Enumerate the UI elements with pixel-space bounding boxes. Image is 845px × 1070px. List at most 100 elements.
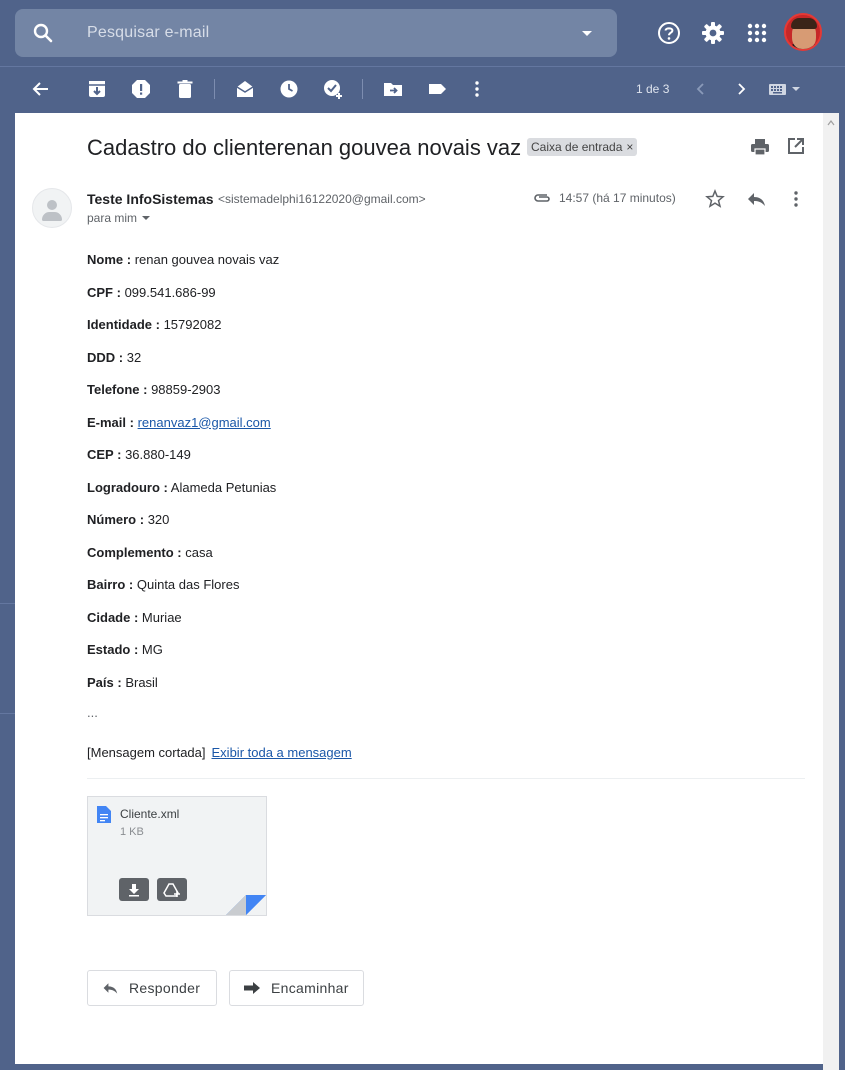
remove-label-icon[interactable]: × (626, 140, 633, 154)
account-avatar[interactable] (784, 13, 822, 51)
more-options-icon[interactable] (466, 78, 488, 100)
open-new-window-icon[interactable] (787, 137, 805, 155)
toolbar-separator (362, 79, 363, 99)
field-value: 36.880-149 (125, 447, 191, 462)
field-label: Identidade : (87, 317, 160, 332)
field-value: Quinta das Flores (136, 577, 240, 592)
field-row: País : Brasil (87, 674, 279, 707)
forward-button-label: Encaminhar (271, 980, 349, 996)
email-link[interactable]: renanvaz1@gmail.com (138, 415, 271, 430)
recipient-details[interactable]: para mim (87, 211, 151, 225)
received-time: 14:57 (há 17 minutos) (559, 191, 676, 205)
field-value: Alameda Petunias (170, 479, 277, 495)
download-icon (129, 883, 139, 896)
field-row: Telefone : 98859-2903 (87, 381, 279, 414)
field-row: Complemento : casa (87, 544, 279, 577)
attachment-size: 1 KB (120, 826, 144, 838)
settings-gear-icon[interactable] (700, 20, 726, 46)
field-row: E-mail : renanvaz1@gmail.com (87, 414, 279, 447)
attachment-clip-icon (534, 194, 550, 202)
field-label: Nome : (87, 252, 132, 267)
field-label: Telefone : (87, 382, 148, 397)
apps-grid-icon[interactable] (744, 20, 770, 46)
attachment-card[interactable]: Cliente.xml 1 KB (87, 796, 267, 916)
field-label: Cidade : (87, 609, 139, 625)
inbox-label-chip[interactable]: Caixa de entrada × (527, 138, 638, 156)
mark-unread-icon[interactable] (234, 78, 256, 100)
label-tag-icon[interactable] (426, 78, 448, 100)
reply-button[interactable]: Responder (87, 970, 217, 1006)
add-task-icon[interactable] (322, 78, 344, 100)
message-panel: Cadastro do clienterenan gouvea novais v… (15, 113, 823, 1064)
field-value: 32 (126, 349, 142, 365)
star-icon[interactable] (705, 189, 725, 209)
save-to-drive-button[interactable] (157, 878, 187, 901)
sender-name[interactable]: Teste InfoSistemas (87, 191, 214, 207)
move-to-folder-icon[interactable] (382, 78, 404, 100)
field-row: Bairro : Quinta das Flores (87, 576, 279, 609)
forward-button[interactable]: Encaminhar (229, 970, 364, 1006)
field-label: E-mail : (87, 414, 134, 430)
download-button[interactable] (119, 878, 149, 901)
field-label: Número : (87, 512, 145, 527)
field-row: Nome : renan gouvea novais vaz (87, 251, 279, 284)
field-value: 320 (147, 512, 170, 527)
scroll-up-icon[interactable] (827, 119, 835, 127)
background-line (0, 713, 15, 714)
older-chevron-right-icon[interactable] (730, 78, 752, 100)
field-label: Estado : (87, 642, 139, 657)
field-value: 98859-2903 (151, 382, 221, 397)
message-clipped-notice: [Mensagem cortada] Exibir toda a mensagem (87, 745, 352, 760)
search-input[interactable]: Pesquisar e-mail (87, 24, 575, 42)
message-more-icon[interactable] (791, 189, 801, 209)
search-options-icon[interactable] (575, 21, 599, 45)
field-value: Brasil (125, 674, 158, 690)
message-body: Nome : renan gouvea novais vaz CPF : 099.… (87, 251, 279, 706)
sender-email: <sistemadelphi16122020@gmail.com> (218, 192, 426, 206)
report-spam-icon[interactable] (130, 78, 152, 100)
recipient-dropdown-icon[interactable] (141, 213, 151, 223)
field-label: CEP : (87, 447, 122, 462)
field-row: Cidade : Muriae (87, 609, 279, 642)
forward-icon (244, 982, 260, 994)
keyboard-input-icon[interactable] (768, 78, 804, 100)
delete-trash-icon[interactable] (174, 78, 196, 100)
scrollbar[interactable] (823, 113, 839, 1070)
field-row: CEP : 36.880-149 (87, 446, 279, 479)
document-file-icon (97, 806, 111, 823)
field-value: 099.541.686-99 (124, 284, 216, 300)
trimmed-content-ellipsis[interactable]: ... (87, 705, 98, 720)
field-label: CPF : (87, 284, 121, 300)
toolbar-separator (214, 79, 215, 99)
help-icon[interactable] (656, 20, 682, 46)
sender-avatar (32, 188, 72, 228)
field-value: Muriae (141, 609, 182, 625)
print-icon[interactable] (750, 137, 770, 157)
label-chip-text: Caixa de entrada (531, 140, 623, 154)
field-label: DDD : (87, 349, 124, 365)
field-row: Logradouro : Alameda Petunias (87, 479, 279, 512)
field-row: Estado : MG (87, 641, 279, 674)
attachment-filename: Cliente.xml (120, 807, 180, 821)
field-label: Complemento : (87, 544, 182, 560)
recipient-label: para mim (87, 211, 138, 225)
search-box[interactable]: Pesquisar e-mail (15, 9, 617, 57)
field-value: MG (141, 642, 163, 657)
field-row: CPF : 099.541.686-99 (87, 284, 279, 317)
message-toolbar: 1 de 3 (0, 67, 845, 113)
reply-arrow-icon[interactable] (745, 189, 767, 209)
add-to-drive-icon (163, 882, 180, 897)
back-arrow-icon[interactable] (30, 78, 52, 100)
newer-chevron-left-icon[interactable] (690, 78, 712, 100)
clipped-text: [Mensagem cortada] (87, 745, 206, 760)
file-corner-fold (226, 895, 266, 915)
archive-icon[interactable] (86, 78, 108, 100)
attachment-separator (87, 778, 805, 779)
snooze-clock-icon[interactable] (278, 78, 300, 100)
field-value: renan gouvea novais vaz (134, 252, 280, 267)
search-icon[interactable] (31, 21, 55, 45)
field-label: País : (87, 674, 122, 690)
view-full-message-link[interactable]: Exibir toda a mensagem (212, 745, 352, 760)
reply-icon (103, 983, 118, 994)
field-label: Logradouro : (87, 479, 168, 495)
